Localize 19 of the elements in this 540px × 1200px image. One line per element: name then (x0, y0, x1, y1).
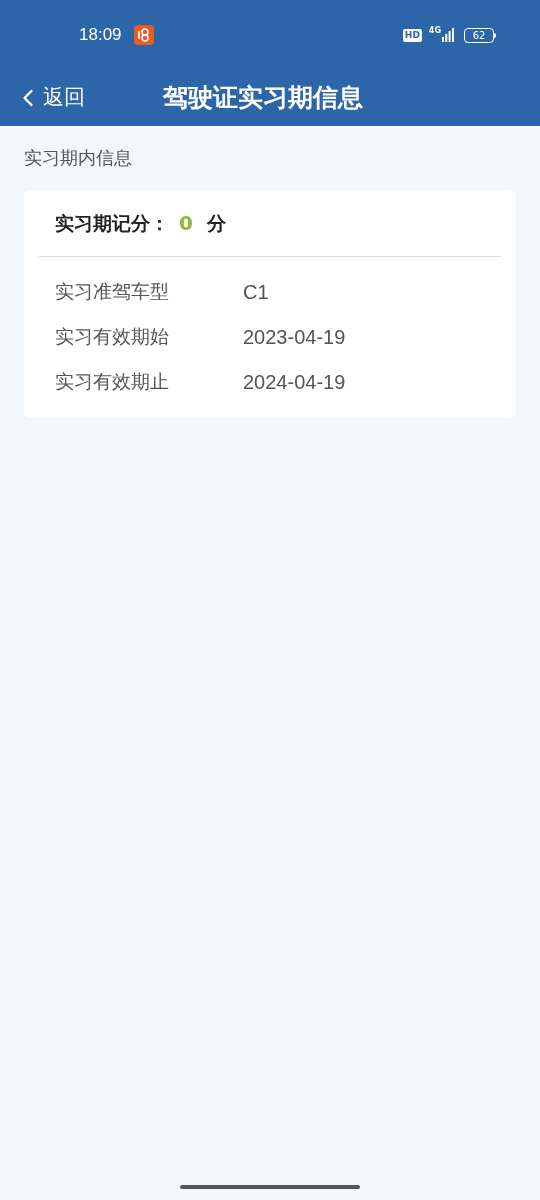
score-unit: 分 (206, 210, 226, 236)
network-type: 4G (428, 27, 441, 35)
field-label: 实习准驾车型 (55, 279, 170, 305)
field-value: 2024-04-19 (243, 369, 346, 395)
back-button[interactable]: 返回 (14, 82, 85, 114)
page-title: 驾驶证实习期信息 (163, 82, 363, 115)
battery-indicator: 62 (464, 27, 496, 43)
app-notification-icon (133, 25, 154, 45)
score-label: 实习期记分： (55, 210, 169, 236)
home-indicator[interactable] (180, 1185, 360, 1189)
field-value: C1 (243, 279, 269, 305)
status-time: 18:09 (79, 24, 122, 47)
section-title: 实习期内信息 (24, 146, 132, 170)
field-value: 2023-04-19 (243, 324, 346, 350)
signal-icon (442, 28, 454, 42)
field-label: 实习有效期始 (55, 324, 170, 350)
hd-badge: HD (402, 28, 422, 42)
field-label: 实习有效期止 (55, 369, 170, 395)
score-value: 0 (179, 210, 193, 237)
